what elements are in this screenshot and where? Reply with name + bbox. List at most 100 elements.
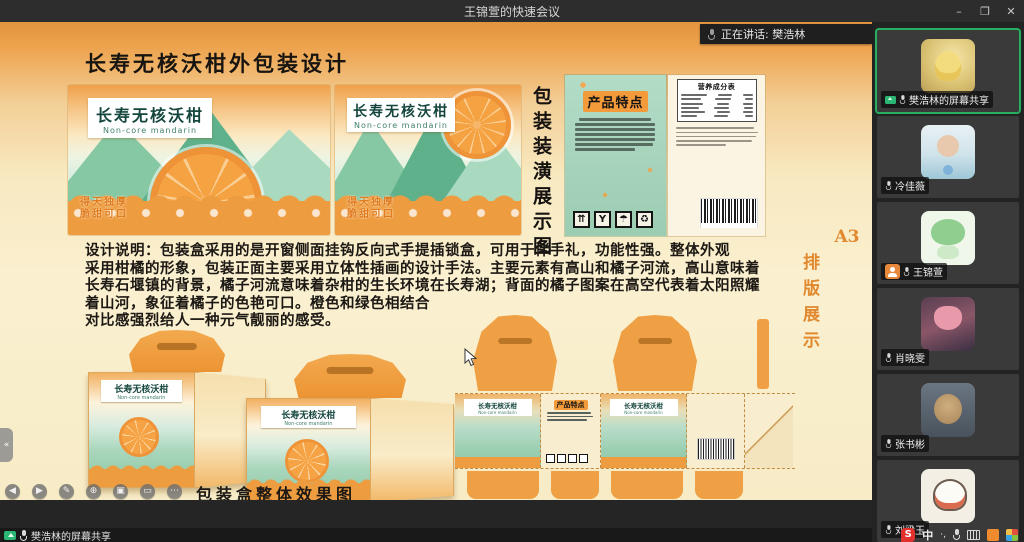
box-gable-top — [129, 330, 225, 372]
diecut-glue-strip — [757, 319, 769, 389]
description-line: 采用柑橘的形象，包装正面主要采用立体性插画的设计手法。主要元素有高山和橘子河流，… — [85, 260, 797, 278]
participant-tile-host[interactable]: 王锦萱 — [877, 202, 1019, 284]
window-controls: – ❐ ✕ — [946, 0, 1024, 22]
ime-punctuation-toggle[interactable]: ·, — [940, 530, 946, 540]
package-slogan: 得天独厚 脆甜可口 — [347, 197, 395, 221]
screen-share-icon — [4, 531, 16, 540]
share-status-bar: 樊浩林的屏幕共享 — [0, 528, 872, 542]
features-title: 产品特点 — [583, 91, 647, 112]
mic-icon — [708, 29, 715, 40]
avatar — [921, 297, 975, 351]
avatar — [921, 211, 975, 265]
mic-icon — [886, 181, 892, 190]
diecut-back-panel: 长寿无核沃柑Non-core mandarin — [601, 394, 687, 468]
participant-label: 王锦萱 — [881, 263, 947, 280]
next-slide-button[interactable]: ▶ — [32, 484, 47, 499]
fragile-icon: Y — [594, 211, 611, 228]
shared-screen: 长寿无核沃柑外包装设计 长寿无核沃柑 Non-core mandarin 得天独… — [0, 22, 872, 500]
box-render-left: 长寿无核沃柑Non-core mandarin — [88, 330, 266, 488]
recycle-icon: ♻ — [636, 211, 653, 228]
participant-name: 樊浩林的屏幕共享 — [909, 92, 989, 107]
package-brand-label: 长寿无核沃柑 Non-core mandarin — [347, 98, 455, 132]
package-brand-label: 长寿无核沃柑 Non-core mandarin — [88, 98, 212, 138]
avatar — [921, 469, 975, 523]
bottom-caption: 包装盒整体效果图 — [196, 481, 356, 500]
presenter-toolbar: ◀ ▶ ✎ ⊕ ▣ ▭ ⋯ — [5, 484, 182, 499]
mouse-cursor — [464, 348, 478, 368]
product-features-panel: 产品特点 ⇈ Y ☂ ♻ — [565, 75, 666, 236]
rectangle-tool-button[interactable]: ▭ — [140, 484, 155, 499]
box-front-face: 长寿无核沃柑Non-core mandarin — [88, 372, 195, 488]
participant-tile-sharing[interactable]: 樊浩林的屏幕共享 — [877, 30, 1019, 112]
ime-toolbox-icon[interactable] — [1006, 529, 1018, 541]
participant-label: 肖晓雯 — [881, 349, 929, 366]
laser-pointer-button[interactable]: ⊕ — [86, 484, 101, 499]
box-gable-top — [294, 354, 406, 398]
avatar — [921, 383, 975, 437]
participant-label: 张书彬 — [881, 435, 929, 452]
avatar — [921, 39, 975, 93]
more-tools-button[interactable]: ⋯ — [167, 484, 182, 499]
host-badge-icon — [885, 264, 900, 279]
now-speaking-label: 正在讲话: 樊浩林 — [721, 26, 805, 42]
meeting-window: 王锦萱的快速会议 – ❐ ✕ 长寿无核沃柑外包装设计 长寿无核沃柑 Non-co… — [0, 0, 1024, 542]
diecut-features-panel: 产品特点 — [541, 394, 601, 468]
product-info-panel: 营养成分表 — [668, 75, 765, 236]
diecut-bottom-flaps — [467, 471, 743, 499]
mic-icon — [904, 267, 910, 276]
share-status-label: 樊浩林的屏幕共享 — [31, 528, 111, 542]
participant-tile[interactable]: 张书彬 — [877, 374, 1019, 456]
slide-grid-button[interactable]: ▣ — [113, 484, 128, 499]
participant-tile[interactable]: 肖晓雯 — [877, 288, 1019, 370]
ime-toolbar: S 中 ·, — [901, 527, 1018, 542]
diecut-gable-flap — [613, 315, 697, 391]
maximize-button[interactable]: ❐ — [972, 0, 998, 22]
close-button[interactable]: ✕ — [998, 0, 1024, 22]
participant-tile[interactable]: 冷佳薇 — [877, 116, 1019, 198]
ime-skin-icon[interactable] — [987, 529, 999, 541]
participant-name: 张书彬 — [895, 436, 925, 451]
description-line: 设计说明：包装盒采用的是开窗侧面挂钩反向式手提插锁盒，可用于伴手礼，功能性强。整… — [85, 242, 797, 260]
barcode — [700, 198, 758, 228]
title-bar: 王锦萱的快速会议 – ❐ ✕ — [0, 0, 1024, 22]
mic-icon — [900, 95, 906, 104]
meeting-panel-handle[interactable]: « — [0, 428, 13, 462]
vertical-caption: 包装装潢展示图 — [528, 86, 555, 261]
slide-title: 长寿无核沃柑外包装设计 — [85, 48, 349, 78]
package-design-back: 长寿无核沃柑 Non-core mandarin 得天独厚 脆甜可口 — [335, 85, 521, 235]
diecut-template: 长寿无核沃柑Non-core mandarin 产品特点 长寿无核沃柑Non-c… — [455, 315, 795, 500]
avatar — [921, 125, 975, 179]
previous-slide-button[interactable]: ◀ — [5, 484, 20, 499]
participants-sidebar: 樊浩林的屏幕共享 冷佳薇 王锦萱 肖晓雯 — [872, 22, 1024, 542]
this-way-up-icon: ⇈ — [573, 211, 590, 228]
ime-keyboard-icon[interactable] — [967, 530, 980, 540]
package-slogan: 得天独厚 脆甜可口 — [80, 197, 128, 221]
mic-icon — [886, 439, 892, 448]
now-speaking-banner: 正在讲话: 樊浩林 — [700, 24, 872, 44]
participant-label: 冷佳薇 — [881, 177, 929, 194]
nutrition-title: 营养成分表 — [681, 82, 753, 92]
a3-layout-caption: A3 排版展示 — [797, 227, 872, 357]
diecut-fold-panel — [745, 394, 793, 468]
window-title: 王锦萱的快速会议 — [0, 3, 1024, 20]
diecut-front-panel: 长寿无核沃柑Non-core mandarin — [455, 394, 541, 468]
ime-logo-icon[interactable]: S — [901, 528, 915, 542]
description-line: 长寿石堰镇的背景，橘子河流意味着杂柑的生长环境在长寿湖；背面的橘子图案在高空代表… — [85, 277, 797, 295]
keep-dry-icon: ☂ — [615, 211, 632, 228]
description-line: 着山河，象征着橘子的色艳可口。橙色和绿色相结合 — [85, 295, 797, 313]
screen-share-icon — [885, 96, 896, 104]
package-design-front: 长寿无核沃柑 Non-core mandarin 得天独厚 脆甜可口 — [68, 85, 330, 235]
minimize-button[interactable]: – — [946, 0, 972, 22]
diecut-gable-flap — [473, 315, 557, 391]
participant-name: 肖晓雯 — [895, 350, 925, 365]
participant-label: 樊浩林的屏幕共享 — [881, 91, 993, 108]
ime-voice-icon[interactable] — [953, 529, 960, 540]
ime-language-toggle[interactable]: 中 — [922, 527, 933, 542]
product-fine-print — [674, 127, 759, 146]
participant-name: 王锦萱 — [913, 264, 943, 279]
diecut-panel-row: 长寿无核沃柑Non-core mandarin 产品特点 长寿无核沃柑Non-c… — [455, 393, 795, 469]
box-side-face — [371, 398, 454, 500]
box-render-right: 长寿无核沃柑Non-core mandarin — [246, 354, 454, 500]
pen-tool-button[interactable]: ✎ — [59, 484, 74, 499]
mic-icon — [20, 530, 27, 541]
